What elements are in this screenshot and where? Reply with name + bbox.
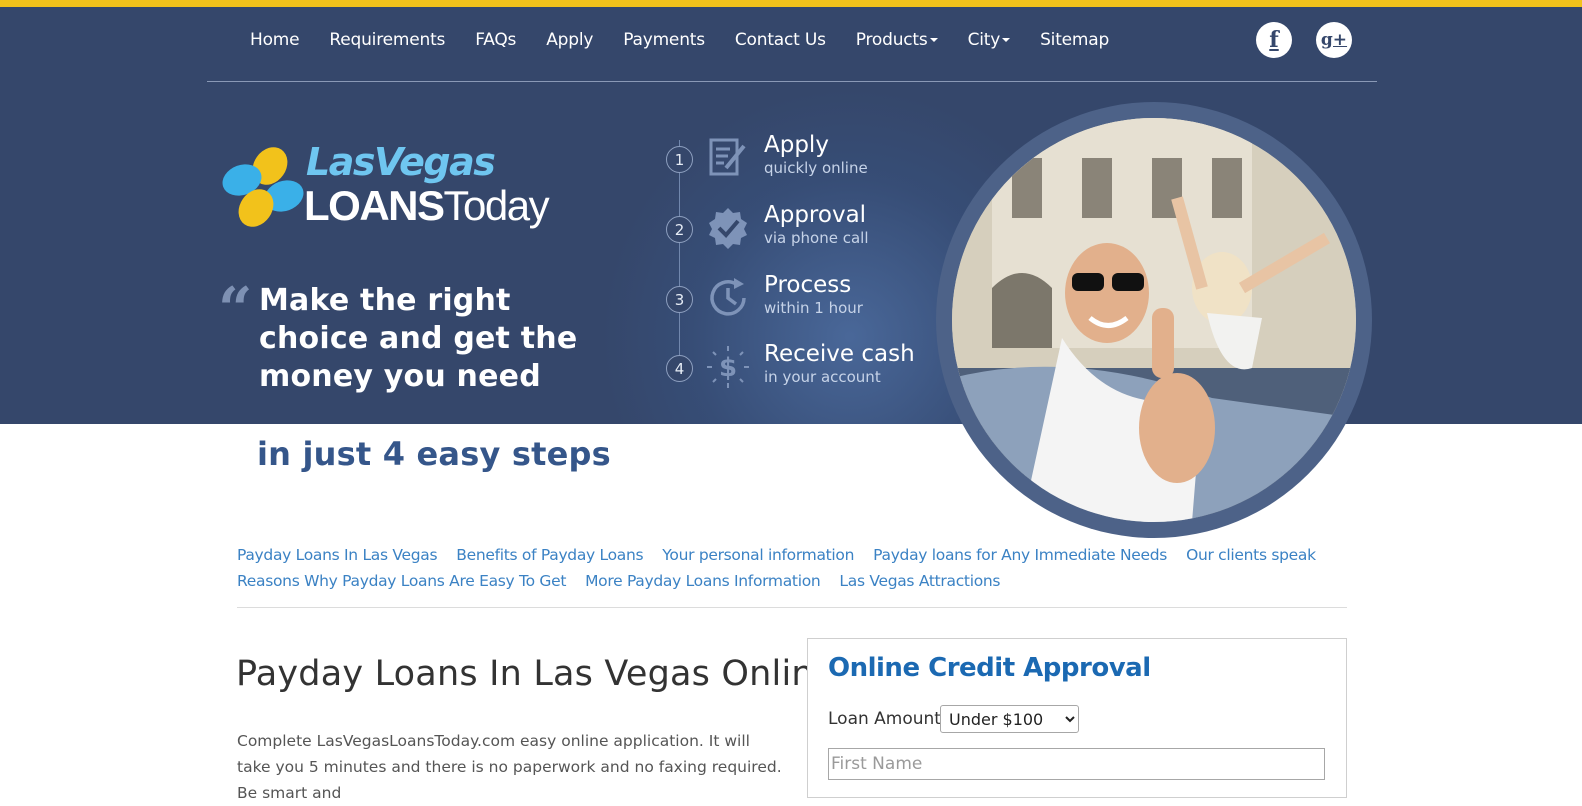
steps-connector-line — [679, 140, 680, 380]
clover-logo-icon — [222, 147, 304, 227]
page-intro-text: Complete LasVegasLoansToday.com easy onl… — [237, 732, 782, 802]
form-title: Online Credit Approval — [828, 653, 1151, 683]
caret-down-icon — [1002, 38, 1011, 42]
logo-loans: LOANS — [304, 182, 445, 229]
step-title: Apply — [764, 132, 829, 158]
nav-payments[interactable]: Payments — [623, 30, 705, 50]
step-title: Process — [764, 272, 852, 298]
hero-tagline: Make the right choice and get the money … — [259, 283, 578, 394]
link-benefits-of-payday-loans[interactable]: Benefits of Payday Loans — [456, 546, 643, 564]
nav-city-label: City — [967, 30, 1001, 50]
step-number: 3 — [666, 286, 693, 313]
step-subtitle: quickly online — [764, 159, 868, 177]
link-payday-loans-immediate-needs[interactable]: Payday loans for Any Immediate Needs — [873, 546, 1167, 564]
dollar-icon: $ — [707, 346, 749, 388]
checkmark-badge-icon — [709, 208, 747, 249]
nav-city-dropdown[interactable]: City — [968, 30, 1011, 50]
svg-text:$: $ — [719, 353, 737, 383]
main-nav: Home Requirements FAQs Apply Payments Co… — [250, 30, 1139, 50]
caret-down-icon — [929, 38, 938, 42]
loan-amount-select[interactable]: Under $100 — [940, 705, 1079, 733]
link-las-vegas-attractions[interactable]: Las Vegas Attractions — [839, 572, 1000, 590]
clock-icon — [710, 278, 746, 316]
credit-approval-form: Online Credit Approval Loan Amount Under… — [807, 638, 1347, 798]
nav-contact-us[interactable]: Contact Us — [735, 30, 826, 50]
link-payday-loans-in-las-vegas[interactable]: Payday Loans In Las Vegas — [237, 546, 438, 564]
link-our-clients-speak[interactable]: Our clients speak — [1186, 546, 1316, 564]
link-reasons-why[interactable]: Reasons Why Payday Loans Are Easy To Get — [237, 572, 566, 590]
google-plus-icon[interactable]: g+ — [1316, 22, 1352, 58]
step-subtitle: in your account — [764, 368, 881, 386]
happy-couple-photo — [952, 118, 1356, 522]
loan-amount-label: Loan Amount — [828, 709, 941, 729]
hero-photo — [952, 118, 1356, 522]
nav-products-dropdown[interactable]: Products — [856, 30, 938, 50]
step-subtitle: within 1 hour — [764, 299, 863, 317]
nav-products-label: Products — [855, 30, 928, 50]
first-name-input[interactable] — [828, 748, 1325, 780]
step-number: 2 — [666, 216, 693, 243]
step-subtitle: via phone call — [764, 229, 869, 247]
facebook-icon[interactable]: f — [1256, 22, 1292, 58]
nav-home[interactable]: Home — [250, 30, 300, 50]
quote-mark-icon: “ — [218, 275, 253, 345]
hero-subtagline: in just 4 easy steps — [257, 435, 611, 473]
nav-divider — [207, 81, 1377, 82]
link-your-personal-information[interactable]: Your personal information — [662, 546, 854, 564]
section-links: Payday Loans In Las Vegas Benefits of Pa… — [237, 546, 1347, 598]
nav-sitemap[interactable]: Sitemap — [1040, 30, 1109, 50]
nav-apply[interactable]: Apply — [546, 30, 593, 50]
links-row-1: Payday Loans In Las Vegas Benefits of Pa… — [237, 546, 1347, 564]
logo-las-vegas: LasVegas — [306, 140, 496, 184]
step-title: Approval — [764, 202, 867, 228]
links-divider — [237, 607, 1347, 608]
step-title: Receive cash — [764, 341, 915, 367]
nav-faqs[interactable]: FAQs — [475, 30, 516, 50]
step-number: 4 — [666, 355, 693, 382]
page-title: Payday Loans In Las Vegas Online — [236, 654, 836, 694]
links-row-2: Reasons Why Payday Loans Are Easy To Get… — [237, 572, 1347, 590]
document-pen-icon — [709, 138, 746, 176]
top-accent-bar — [0, 0, 1582, 7]
logo-today: Today — [443, 182, 550, 229]
site-logo[interactable]: LasVegas LOANSToday — [220, 140, 560, 230]
step-number: 1 — [666, 146, 693, 173]
logo-loans-today: LOANSToday — [304, 182, 550, 230]
nav-requirements[interactable]: Requirements — [329, 30, 445, 50]
link-more-information[interactable]: More Payday Loans Information — [585, 572, 821, 590]
